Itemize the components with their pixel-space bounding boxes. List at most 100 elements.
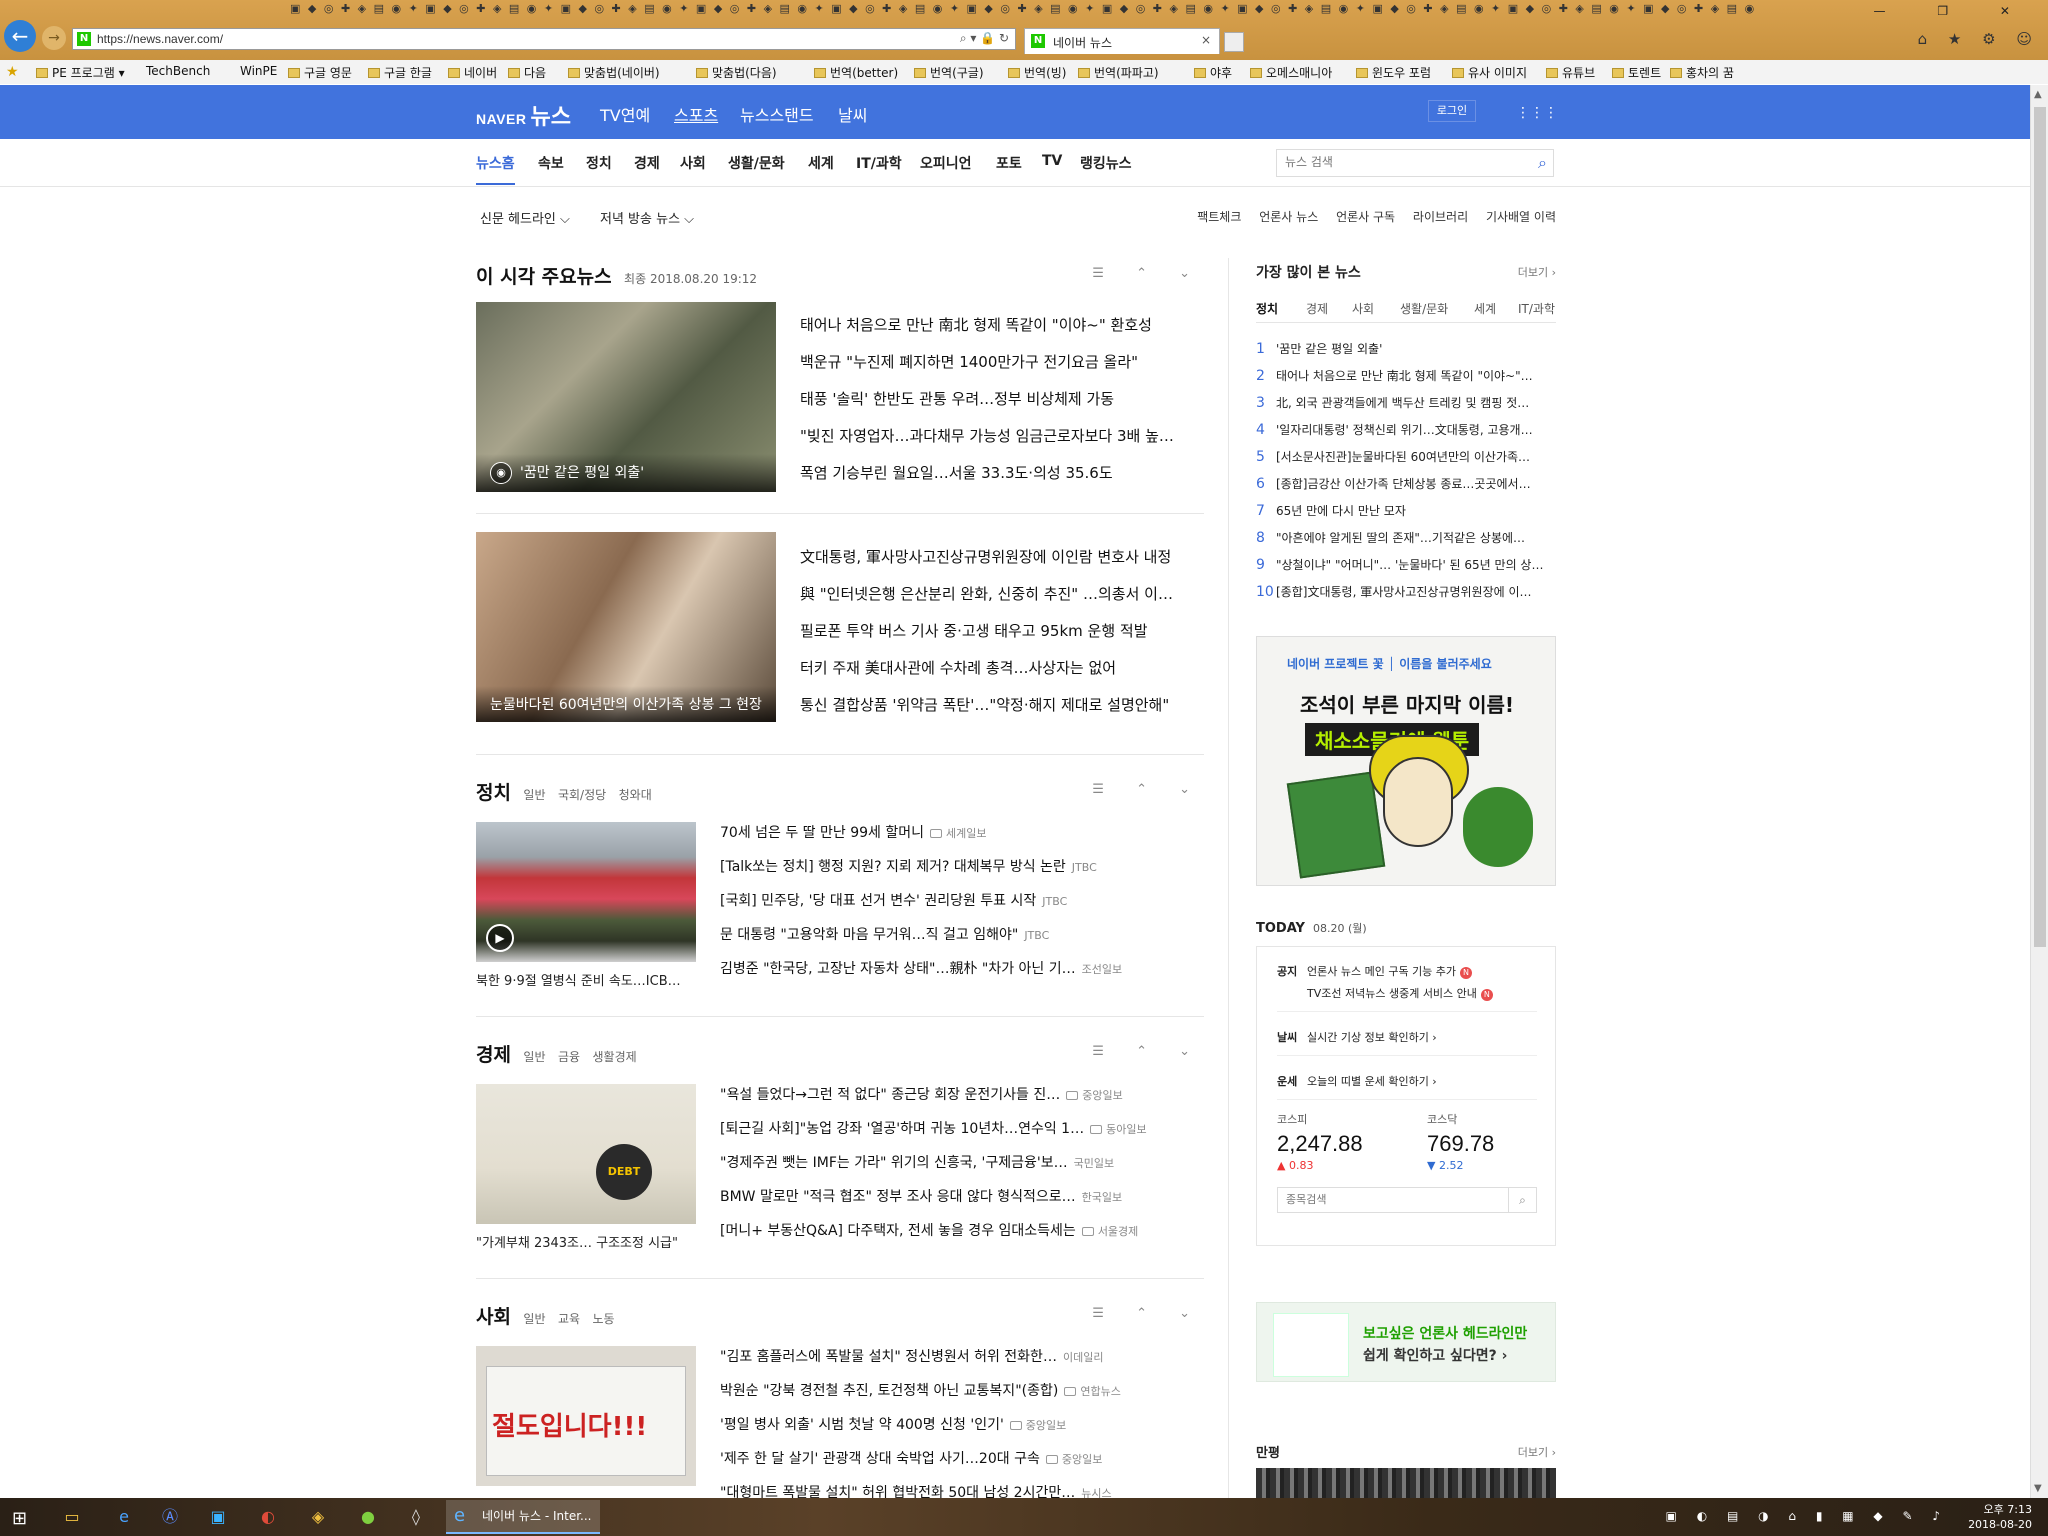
bookmark-item[interactable]: 번역(better) xyxy=(814,64,898,81)
section-title[interactable]: 정치 xyxy=(476,782,511,804)
window-controls[interactable]: — ❐ ✕ xyxy=(1874,4,2034,18)
back-button[interactable]: ← xyxy=(4,20,36,52)
stock-search-input[interactable] xyxy=(1286,1193,1496,1206)
section-sub[interactable]: 생활경제 xyxy=(593,1050,637,1064)
ranking-text[interactable]: 태어나 처음으로 만난 南北 형제 똑같이 "이야~"… xyxy=(1276,369,1533,383)
ranking-text[interactable]: '꿈만 같은 평일 외출' xyxy=(1276,342,1382,356)
bookmark-item[interactable]: 야후 xyxy=(1194,64,1232,81)
notice-text[interactable]: 언론사 뉴스 메인 구독 기능 추가 xyxy=(1307,965,1456,978)
ranking-tab[interactable]: 세계 xyxy=(1474,300,1496,317)
internet-explorer-icon[interactable]: e xyxy=(112,1506,136,1528)
press-name[interactable]: JTBC xyxy=(1024,929,1049,942)
ranking-item[interactable]: 3 北, 외국 관광객들에게 백두산 트레킹 및 캠핑 젓… xyxy=(1256,394,1556,411)
address-bar[interactable]: N https://news.naver.com/ ⌕ ▾ 🔒 ↻ xyxy=(72,28,1016,50)
ranking-text[interactable]: 65년 만에 다시 만난 모자 xyxy=(1276,504,1406,518)
section-article[interactable]: 문 대통령 "고용악화 마음 무거워…직 걸고 임해야" JTBC xyxy=(720,924,1049,944)
thumbnail-caption[interactable]: 북한 9·9절 열병식 준비 속도…ICB… xyxy=(476,970,681,989)
login-button[interactable]: 로그인 xyxy=(1428,100,1476,122)
service-menu-icon[interactable]: ⋮⋮⋮ xyxy=(1516,103,1558,123)
section-controls[interactable]: ☰ ⌃ ⌄ xyxy=(1092,1044,1204,1059)
tab-news-home[interactable]: 뉴스홈 xyxy=(476,153,515,185)
tab-life-culture[interactable]: 생활/문화 xyxy=(728,153,785,173)
section-article[interactable]: [Talk쏘는 정치] 행정 지원? 지뢰 제거? 대체복무 방식 논란 JTBC xyxy=(720,856,1097,876)
press-name[interactable]: JTBC xyxy=(1072,861,1097,874)
section-article[interactable]: "욕설 들었다→그런 적 없다" 종근당 회장 운전기사들 진… 중앙일보 xyxy=(720,1084,1123,1104)
article-title[interactable]: "경제주권 뺏는 IMF는 가라" 위기의 신흥국, '구제금융'보… xyxy=(720,1155,1068,1171)
tab-society[interactable]: 사회 xyxy=(680,153,706,173)
app-icon[interactable]: ▣ xyxy=(206,1506,230,1528)
section-sub[interactable]: 일반 xyxy=(523,1050,545,1064)
new-tab-button[interactable] xyxy=(1224,32,1244,52)
weather-row[interactable]: 날씨 실시간 기상 정보 확인하기 › xyxy=(1277,1029,1437,1045)
ranking-item[interactable]: 1 '꿈만 같은 평일 외출' xyxy=(1256,340,1556,357)
bookmark-item[interactable]: 맞춤법(네이버) xyxy=(568,64,660,81)
section-sub[interactable]: 일반 xyxy=(523,788,545,802)
section-article[interactable]: '평일 병사 외출' 시범 첫날 약 400명 신청 '인기' 중앙일보 xyxy=(720,1414,1066,1434)
link-arrangement-history[interactable]: 기사배열 이력 xyxy=(1486,210,1556,224)
ranking-text[interactable]: [서소문사진관]눈물바다된 60여년만의 이산가족… xyxy=(1276,450,1530,464)
app-icon[interactable]: ◊ xyxy=(404,1506,428,1528)
section-sub[interactable]: 일반 xyxy=(523,1312,545,1326)
bookmark-item[interactable]: 구글 한글 xyxy=(368,64,432,81)
press-name[interactable]: 연합뉴스 xyxy=(1064,1385,1121,1398)
bookmark-item[interactable]: PE 프로그램 ▾ xyxy=(36,64,125,81)
bookmark-item[interactable]: WinPE xyxy=(240,64,277,78)
headline[interactable]: 필로폰 투약 버스 기사 중·고생 태우고 95km 운행 적발 xyxy=(800,620,1198,641)
section-controls[interactable]: ☰ ⌃ ⌄ xyxy=(1092,782,1204,797)
press-name[interactable]: 중앙일보 xyxy=(1066,1089,1123,1102)
browser-tab[interactable]: N 네이버 뉴스 × xyxy=(1024,28,1220,54)
search-icon[interactable]: ⌕ xyxy=(1508,1188,1536,1212)
link-press-news[interactable]: 언론사 뉴스 xyxy=(1259,210,1318,224)
section-controls[interactable]: ☰ ⌃ ⌄ xyxy=(1092,266,1204,281)
headline[interactable]: 통신 결합상품 '위약금 폭탄'…"약정·해지 제대로 설명안해" xyxy=(800,694,1198,715)
app-icon[interactable]: ◐ xyxy=(256,1506,280,1528)
bookmark-item[interactable]: 번역(파파고) xyxy=(1078,64,1159,81)
press-name[interactable]: 조선일보 xyxy=(1082,963,1122,976)
ranking-item[interactable]: 10 [종합]文대통령, 軍사망사고진상규명위원장에 이… xyxy=(1256,583,1556,600)
article-title[interactable]: "욕설 들었다→그런 적 없다" 종근당 회장 운전기사들 진… xyxy=(720,1087,1060,1103)
tab-it-science[interactable]: IT/과학 xyxy=(856,153,902,173)
article-title[interactable]: 김병준 "한국당, 고장난 자동차 상태"…親朴 "차가 아닌 기… xyxy=(720,961,1076,977)
ranking-tab[interactable]: 사회 xyxy=(1352,300,1374,317)
tab-photo[interactable]: 포토 xyxy=(996,153,1022,173)
bookmark-item[interactable]: 번역(빙) xyxy=(1008,64,1066,81)
ranking-item[interactable]: 4 '일자리대통령' 정책신뢰 위기…文대통령, 고용개… xyxy=(1256,421,1556,438)
section-sub[interactable]: 노동 xyxy=(593,1312,615,1326)
favorites-star-icon[interactable]: ★ xyxy=(6,64,19,80)
ranking-item[interactable]: 8 "아흔에야 알게된 딸의 존재"…기적같은 상봉에… xyxy=(1256,529,1556,546)
bookmark-item[interactable]: 다음 xyxy=(508,64,546,81)
page-scrollbar[interactable]: ▲ ▼ xyxy=(2030,85,2048,1498)
politics-thumbnail[interactable]: ▶ xyxy=(476,822,696,962)
scroll-down-arrow-icon[interactable]: ▼ xyxy=(2034,1483,2042,1494)
scroll-thumb[interactable] xyxy=(2034,107,2046,947)
forward-button[interactable]: → xyxy=(42,26,66,50)
nav-weather[interactable]: 날씨 xyxy=(838,102,867,126)
press-name[interactable]: 한국일보 xyxy=(1082,1191,1122,1204)
headline[interactable]: 태어나 처음으로 만난 南北 형제 똑같이 "이야~" 환호성 xyxy=(800,314,1198,335)
section-sub[interactable]: 국회/정당 xyxy=(558,788,606,802)
headline[interactable]: 태풍 '솔릭' 한반도 관통 우려…정부 비상체제 가동 xyxy=(800,388,1198,409)
press-name[interactable]: 중앙일보 xyxy=(1045,1453,1102,1466)
bookmark-item[interactable]: 홍차의 꿈 xyxy=(1670,64,1734,81)
tab-breaking[interactable]: 속보 xyxy=(538,153,564,173)
section-title[interactable]: 경제 xyxy=(476,1044,511,1066)
ranking-tab[interactable]: 경제 xyxy=(1306,300,1328,317)
ranking-text[interactable]: '일자리대통령' 정책신뢰 위기…文대통령, 고용개… xyxy=(1276,423,1533,437)
url-text[interactable]: https://news.naver.com/ xyxy=(97,32,223,46)
headline[interactable]: "빚진 자영업자…과다채무 가능성 임금근로자보다 3배 높… xyxy=(800,425,1198,446)
press-name[interactable]: JTBC xyxy=(1042,895,1067,908)
headline[interactable]: 文대통령, 軍사망사고진상규명위원장에 이인람 변호사 내정 xyxy=(800,546,1198,567)
bookmark-item[interactable]: 맞춤법(다음) xyxy=(696,64,777,81)
evening-broadcast-dropdown[interactable]: 저녁 방송 뉴스 ⌵ xyxy=(600,208,694,227)
link-press-subscribe[interactable]: 언론사 구독 xyxy=(1336,210,1395,224)
section-sub[interactable]: 금융 xyxy=(558,1050,580,1064)
economy-thumbnail[interactable]: DEBT xyxy=(476,1084,696,1224)
headline-subscribe-banner[interactable]: 보고싶은 언론사 헤드라인만 쉽게 확인하고 싶다면? › xyxy=(1256,1302,1556,1382)
press-name[interactable]: 국민일보 xyxy=(1074,1157,1114,1170)
bookmark-item[interactable]: 유사 이미지 xyxy=(1452,64,1527,81)
ranking-text[interactable]: [종합]文대통령, 軍사망사고진상규명위원장에 이… xyxy=(1276,585,1532,599)
article-title[interactable]: [머니+ 부동산Q&A] 다주택자, 전세 놓을 경우 임대소득세는 xyxy=(720,1223,1076,1239)
press-name[interactable]: 동아일보 xyxy=(1090,1123,1147,1136)
browser-toolbar-icons[interactable]: ⌂ ★ ⚙ ☺ xyxy=(1918,30,2040,48)
section-article[interactable]: '제주 한 달 살기' 관광객 상대 숙박업 사기…20대 구속 중앙일보 xyxy=(720,1448,1102,1468)
